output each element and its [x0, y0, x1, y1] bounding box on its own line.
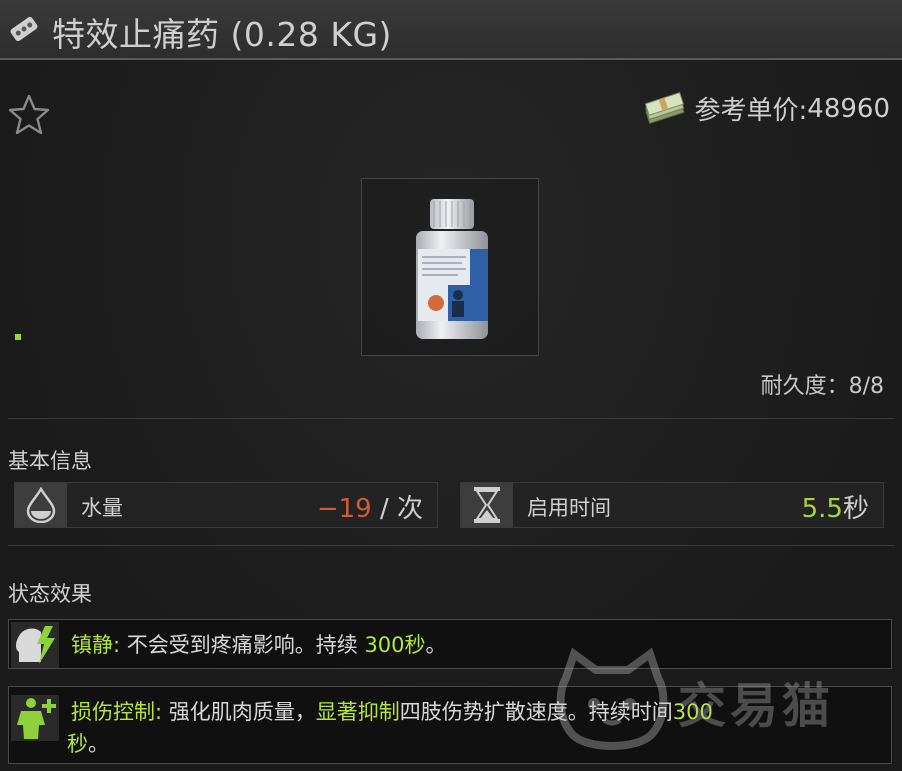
effect-name: 镇静: [71, 633, 121, 657]
effect-name: 损伤控制: [71, 700, 163, 724]
stat-hydration: 水量 −19 / 次 [14, 482, 438, 528]
item-image-frame [361, 178, 539, 356]
water-drop-icon [15, 483, 67, 527]
stat-number: 5.5 [801, 494, 843, 524]
divider [8, 545, 894, 546]
body-plus-icon [11, 695, 59, 741]
watermark-text: 交易猫 [678, 678, 835, 734]
star-icon[interactable] [6, 92, 52, 138]
item-title: 特效止痛药 (0.28 KG) [52, 15, 392, 54]
stat-label: 启用时间 [527, 496, 611, 520]
watermark: 交易猫 [552, 647, 872, 758]
stat-unit: / 次 [371, 494, 423, 524]
stat-label: 水量 [81, 496, 123, 520]
title-bar: 特效止痛药 (0.28 KG) [0, 0, 902, 60]
stat-number: −19 [316, 494, 372, 524]
stat-use-time: 启用时间 5.5秒 [460, 482, 884, 528]
effect-highlight: 显著抑制 [315, 700, 400, 724]
basic-info-title: 基本信息 [8, 449, 92, 473]
status-effects-title: 状态效果 [8, 582, 92, 606]
effect-duration-unit: 秒 [67, 732, 88, 756]
effect-duration: 300秒 [364, 633, 426, 657]
stat-value: 5.5秒 [802, 488, 869, 525]
stat-value: −19 / 次 [317, 488, 423, 525]
effect-text: 。 [425, 633, 447, 657]
effect-text: 不会受到疼痛影响。持续 [120, 633, 365, 657]
cat-logo-icon [556, 647, 668, 750]
divider [8, 418, 894, 419]
status-indicator-dot [15, 334, 21, 340]
pill-pack-icon [10, 16, 38, 42]
pill-bottle-image [416, 199, 488, 339]
reference-price: 参考单价: 48960 [643, 90, 890, 127]
price-value: 48960 [807, 93, 890, 124]
head-lightning-icon [11, 622, 59, 668]
effect-text: 强化肌肉质量， [162, 700, 316, 724]
effect-text: 。 [88, 732, 109, 756]
hourglass-icon [461, 483, 513, 527]
durability-text: 耐久度：8/8 [760, 374, 884, 399]
effect-description: 镇静: 不会受到疼痛影响。持续 300秒。 [71, 630, 447, 660]
money-stack-icon [644, 91, 685, 124]
price-label: 参考单价: [694, 96, 808, 126]
effect-description-line2: 秒。 [67, 729, 109, 759]
stat-unit: 秒 [842, 494, 869, 524]
